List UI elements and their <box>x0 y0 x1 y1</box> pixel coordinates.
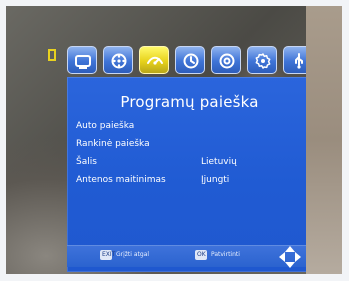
menu-item-manual-search[interactable]: Rankinė paieška <box>76 136 312 152</box>
gear-icon <box>255 53 271 69</box>
arrow-left-icon <box>279 252 285 262</box>
antenna-power-value[interactable]: Įjungti <box>201 172 229 188</box>
tab-search[interactable] <box>139 46 169 74</box>
satellite-search-icon <box>147 56 163 65</box>
usb-icon <box>295 53 303 69</box>
menu-panel: Programų paieška Auto paieška Rankinė pa… <box>67 77 312 272</box>
target-settings-icon <box>219 53 235 69</box>
menu-item-country[interactable]: Šalis Lietuvių <box>76 154 312 170</box>
menu-item-label: Rankinė paieška <box>76 139 150 149</box>
menu-item-auto-search[interactable]: Auto paieška <box>76 118 312 134</box>
tab-media[interactable] <box>103 46 133 74</box>
page-title: Programų paieška <box>120 93 259 111</box>
tab-tv[interactable] <box>67 46 97 74</box>
exit-hint: Grįžti atgal <box>116 251 150 258</box>
menu-item-label: Antenos maitinimas <box>76 175 166 185</box>
tv-screen: Programų paieška Auto paieška Rankinė pa… <box>6 6 342 274</box>
arrow-down-icon <box>285 262 295 268</box>
film-reel-icon <box>111 53 127 69</box>
arrow-up-icon <box>285 246 295 252</box>
clock-icon <box>183 53 199 69</box>
tab-settings-1[interactable] <box>211 46 241 74</box>
navigation-arrows-icon <box>279 246 301 268</box>
ok-key-button[interactable]: OK <box>195 250 207 260</box>
exit-key-button[interactable]: EXIT <box>100 250 115 260</box>
menu-item-label: Šalis <box>76 157 97 167</box>
tab-usb[interactable] <box>283 46 313 74</box>
screenshot-frame: Programų paieška Auto paieška Rankinė pa… <box>0 0 349 281</box>
country-value[interactable]: Lietuvių <box>201 154 237 170</box>
menu-tabs <box>67 46 313 74</box>
tab-timer[interactable] <box>175 46 205 74</box>
tab-settings-2[interactable] <box>247 46 277 74</box>
arrow-right-icon <box>295 252 301 262</box>
menu-item-antenna-power[interactable]: Antenos maitinimas Įjungti <box>76 172 312 188</box>
tv-icon <box>75 55 91 69</box>
channel-badge-icon <box>48 49 56 61</box>
menu-item-label: Auto paieška <box>76 121 135 131</box>
footer-bar: EXIT Grįžti atgal OK Patvirtinti <box>67 245 312 268</box>
ok-hint: Patvirtinti <box>211 251 240 258</box>
